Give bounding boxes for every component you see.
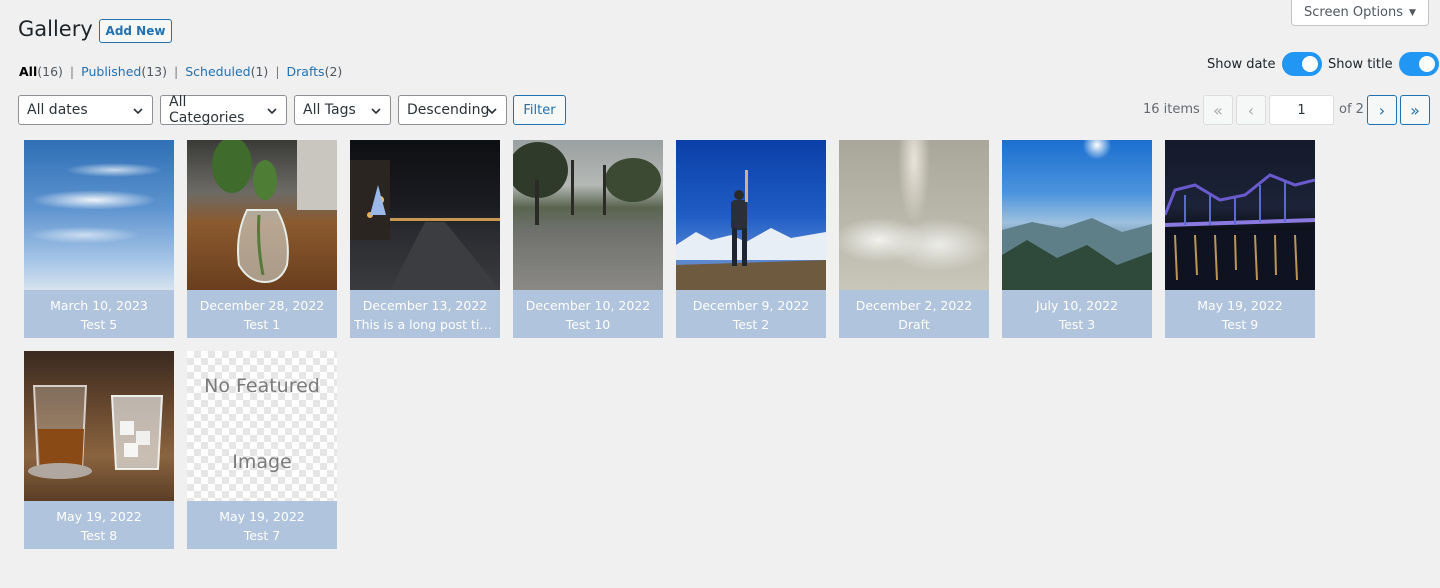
view-all-link[interactable]: All (19, 64, 37, 79)
hiker-illustration (676, 170, 826, 290)
screen-options-label: Screen Options (1304, 5, 1404, 20)
card-date: May 19, 2022 (1197, 298, 1283, 313)
gallery-card[interactable]: December 13, 2022 This is a long post ti… (350, 140, 500, 338)
show-date-label: Show date (1207, 56, 1276, 72)
chevron-down-icon (487, 108, 497, 115)
card-date: December 9, 2022 (692, 298, 810, 313)
park-with-trees-image (513, 140, 663, 290)
categories-filter-select[interactable]: All Categories (160, 94, 287, 126)
night-street-waterfront-image (350, 140, 500, 290)
park-illustration (513, 142, 661, 225)
card-title: Test 7 (243, 528, 281, 543)
view-scheduled-link[interactable]: Scheduled (185, 64, 250, 79)
post-status-views: All (16) | Published (13) | Scheduled (1) |… (19, 64, 342, 79)
blue-sky-clouds-image (24, 140, 174, 290)
categories-filter-value: All Categories (169, 94, 245, 126)
gallery-card[interactable]: May 19, 2022 Test 8 (24, 351, 174, 549)
card-date: December 2, 2022 (855, 298, 973, 313)
gallery-card[interactable]: December 28, 2022 Test 1 (187, 140, 337, 338)
gallery-card[interactable]: July 10, 2022 Test 3 (1002, 140, 1152, 338)
card-title: Test 3 (1058, 317, 1096, 332)
card-title: Test 8 (80, 528, 118, 543)
filter-button[interactable]: Filter (513, 95, 566, 125)
add-new-button[interactable]: Add New (99, 19, 172, 43)
gallery-card[interactable]: May 19, 2022 Test 9 (1165, 140, 1315, 338)
card-date: July 10, 2022 (1035, 298, 1119, 313)
card-title: Draft (898, 317, 930, 332)
glasses-illustration (28, 385, 164, 479)
lit-bridge-at-night-image (1165, 140, 1315, 290)
card-title: Test 1 (243, 317, 281, 332)
cloudy-sky-image (839, 140, 989, 290)
card-title: This is a long post titl… (354, 317, 496, 332)
dates-filter-value: All dates (27, 102, 88, 118)
view-published-count: (13) (141, 64, 167, 79)
view-scheduled-count: (1) (250, 64, 269, 79)
chevron-down-icon (133, 108, 143, 115)
card-date: May 19, 2022 (219, 509, 305, 524)
first-page-button: « (1203, 95, 1233, 125)
card-title: Test 9 (1221, 317, 1259, 332)
prev-page-button: ‹ (1236, 95, 1266, 125)
view-all-count: (16) (37, 64, 63, 79)
separator: | (174, 64, 179, 79)
card-date: May 19, 2022 (56, 509, 142, 524)
card-date: December 10, 2022 (525, 298, 651, 313)
toggle-knob (1301, 56, 1318, 72)
card-date: December 13, 2022 (362, 298, 488, 313)
no-featured-image-placeholder: No Featured Image (187, 351, 337, 501)
show-title-toggle-group: Show title (1328, 52, 1439, 76)
tags-filter-select[interactable]: All Tags (294, 95, 391, 125)
last-page-button[interactable]: » (1400, 95, 1430, 125)
view-published-link[interactable]: Published (81, 64, 141, 79)
card-title: Test 10 (565, 317, 611, 332)
total-pages: of 2 (1339, 102, 1364, 117)
gallery-card[interactable]: March 10, 2023 Test 5 (24, 140, 174, 338)
separator: | (275, 64, 280, 79)
hazy-mountain-valley-image (1002, 140, 1152, 290)
next-page-button[interactable]: › (1367, 95, 1397, 125)
separator: | (69, 64, 75, 79)
tags-filter-value: All Tags (303, 102, 356, 118)
caret-down-icon: ▼ (1409, 7, 1416, 18)
card-title: Test 2 (732, 317, 770, 332)
page-title: Gallery (18, 17, 93, 41)
card-title: Test 5 (80, 317, 118, 332)
view-drafts-count: (2) (324, 64, 343, 79)
chevron-down-icon (267, 108, 277, 115)
gallery-card[interactable]: December 10, 2022 Test 10 (513, 140, 663, 338)
toggle-knob (1418, 56, 1435, 72)
show-title-toggle[interactable] (1398, 52, 1439, 76)
hiker-mountains-image (676, 140, 826, 290)
mountain-illustration (1002, 218, 1152, 290)
show-date-toggle-group: Show date (1207, 52, 1322, 76)
screen-options-button[interactable]: Screen Options ▼ (1291, 0, 1429, 26)
gallery-card[interactable]: No Featured Image May 19, 2022 Test 7 (187, 351, 337, 549)
night-street-illustration (350, 160, 500, 290)
dates-filter-select[interactable]: All dates (18, 95, 153, 125)
no-featured-line1: No Featured (204, 375, 320, 397)
vase-illustration (212, 140, 337, 284)
order-select[interactable]: Descending (398, 95, 507, 125)
gallery-card[interactable]: December 9, 2022 Test 2 (676, 140, 826, 338)
card-date: March 10, 2023 (50, 298, 148, 313)
bridge-illustration (1165, 173, 1315, 290)
plant-in-glass-vase-image (187, 140, 337, 290)
view-drafts-link[interactable]: Drafts (287, 64, 325, 79)
chevron-down-icon (371, 108, 381, 115)
gallery-card[interactable]: December 2, 2022 Draft (839, 140, 989, 338)
card-date: December 28, 2022 (199, 298, 325, 313)
current-page-input[interactable] (1269, 95, 1334, 125)
show-title-label: Show title (1328, 56, 1393, 72)
items-count: 16 items (1143, 102, 1200, 117)
order-value: Descending (407, 102, 490, 118)
whiskey-glasses-image (24, 351, 174, 501)
show-date-toggle[interactable] (1281, 52, 1322, 76)
no-featured-line2: Image (232, 451, 292, 473)
